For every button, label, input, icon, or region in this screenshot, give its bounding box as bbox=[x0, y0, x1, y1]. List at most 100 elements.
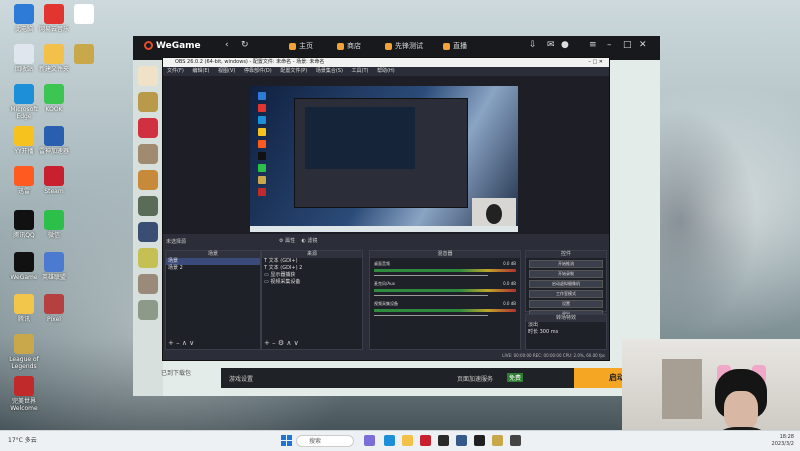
lol-icon[interactable] bbox=[492, 435, 503, 446]
maximize-icon[interactable]: □ bbox=[623, 40, 632, 50]
nav-live[interactable]: 直播 bbox=[443, 41, 467, 51]
steam-icon[interactable] bbox=[420, 435, 431, 446]
menu-tools[interactable]: 工具(T) bbox=[352, 68, 369, 74]
explorer-icon[interactable] bbox=[402, 435, 413, 446]
transitions-header: 转场特效 bbox=[526, 315, 606, 322]
game-icon[interactable] bbox=[138, 196, 158, 216]
scene-item[interactable]: 场景 bbox=[166, 258, 260, 265]
game-icon[interactable] bbox=[138, 274, 158, 294]
menu-scenecollection[interactable]: 场景集合(S) bbox=[316, 68, 343, 74]
wegame-sidebar bbox=[133, 60, 163, 396]
system-clock[interactable]: 18:28 2023/3/2 bbox=[772, 434, 794, 448]
menu-help[interactable]: 帮助(H) bbox=[377, 68, 395, 74]
filters-button[interactable]: ◐ 滤镜 bbox=[301, 238, 317, 244]
download-icon[interactable]: ⇩ bbox=[529, 40, 537, 50]
obs-icon[interactable] bbox=[474, 435, 485, 446]
controls-panel: 控件 开始推流 开始录制 启动虚拟摄像机 工作室模式 设置 退出 bbox=[525, 250, 607, 318]
desktop-icon[interactable]: KOOK bbox=[34, 84, 74, 113]
close-icon[interactable]: – □ ✕ bbox=[588, 58, 603, 67]
desktop-icon[interactable]: League of Legends bbox=[4, 334, 44, 370]
transition-select[interactable]: 淡出 bbox=[526, 322, 606, 329]
free-badge: 免费 bbox=[507, 373, 524, 382]
desktop-icon-label: League of Legends bbox=[9, 356, 39, 370]
desktop-icon-label: 新建文件夹 bbox=[38, 66, 69, 73]
valorant-icon[interactable] bbox=[138, 118, 158, 138]
mixer-track[interactable]: 桌面音频 0.0 dB bbox=[374, 261, 516, 278]
taskbar-search[interactable]: 搜索 bbox=[296, 435, 354, 447]
scene-item[interactable]: 场景 2 bbox=[166, 265, 260, 272]
app-icon[interactable] bbox=[510, 435, 521, 446]
scenes-panel: 场景 场景 场景 2 + – ∧ ∨ bbox=[165, 250, 261, 350]
desktop-icon[interactable]: 雷神加速器 bbox=[34, 126, 74, 155]
game-icon[interactable] bbox=[138, 66, 158, 86]
wegame-logo[interactable]: WeGame bbox=[144, 41, 201, 51]
settings-button[interactable]: 设置 bbox=[529, 300, 603, 308]
game-icon[interactable] bbox=[138, 222, 158, 242]
source-toolbar: ⚙ 属性 ◐ 滤镜 bbox=[279, 237, 317, 244]
menu-edit[interactable]: 编辑(E) bbox=[192, 68, 209, 74]
source-item[interactable]: T 文本 (GDI+) bbox=[262, 258, 362, 265]
menu-file[interactable]: 文件(F) bbox=[167, 68, 184, 74]
desktop-icon[interactable]: Steam bbox=[34, 166, 74, 195]
app-icon bbox=[44, 166, 64, 186]
game-icon[interactable] bbox=[138, 248, 158, 268]
desktop-icon-label: 完美世界 Welcome bbox=[10, 398, 38, 412]
source-item[interactable]: ▭ 显示器捕获 bbox=[262, 272, 362, 279]
virtual-camera-button[interactable]: 启动虚拟摄像机 bbox=[529, 280, 603, 288]
weather-widget[interactable]: 17°C 多云 bbox=[8, 435, 37, 444]
lol-icon[interactable] bbox=[138, 92, 158, 112]
settings-link[interactable]: 游戏设置 bbox=[229, 374, 253, 383]
wegame-icon[interactable] bbox=[438, 435, 449, 446]
app-icon bbox=[44, 252, 64, 272]
properties-button[interactable]: ⚙ 属性 bbox=[279, 238, 295, 244]
source-item[interactable]: T 文本 (GDI+) 2 bbox=[262, 265, 362, 272]
app-icon[interactable] bbox=[456, 435, 467, 446]
taskview-icon[interactable] bbox=[364, 435, 375, 446]
message-icon[interactable]: ✉ bbox=[547, 40, 555, 50]
download-status: 已到下载包 bbox=[161, 370, 192, 377]
game-icon[interactable] bbox=[138, 170, 158, 190]
avatar[interactable]: ● bbox=[561, 40, 569, 50]
nav-beta[interactable]: 先锋测试 bbox=[385, 41, 423, 51]
nav-home[interactable]: 主页 bbox=[289, 41, 313, 51]
start-recording-button[interactable]: 开始录制 bbox=[529, 270, 603, 278]
menu-docks[interactable]: 停靠部件(D) bbox=[244, 68, 272, 74]
desktop-icon[interactable]: 完美世界 Welcome bbox=[4, 376, 44, 412]
mixer-track[interactable]: 麦克风/Aux 0.0 dB bbox=[374, 281, 516, 298]
desktop-icon-label: 微信 bbox=[47, 232, 60, 239]
back-icon[interactable]: ‹ bbox=[225, 40, 229, 50]
transition-duration[interactable]: 时长 300 ms bbox=[526, 329, 606, 336]
desktop-icon[interactable] bbox=[64, 44, 104, 66]
desktop-icon[interactable]: Pixel bbox=[34, 294, 74, 323]
game-icon[interactable] bbox=[138, 300, 158, 320]
source-add-remove[interactable]: + – ⚙ ∧ ∨ bbox=[264, 339, 299, 347]
start-streaming-button[interactable]: 开始推流 bbox=[529, 260, 603, 268]
desktop-icon[interactable] bbox=[64, 4, 104, 26]
preview-canvas[interactable] bbox=[250, 86, 518, 232]
accelerate-link[interactable]: 页面加速服务 bbox=[457, 374, 493, 383]
app-icon bbox=[14, 334, 34, 354]
app-icon bbox=[74, 4, 94, 24]
minimize-icon[interactable]: – bbox=[607, 40, 612, 50]
app-icon bbox=[74, 44, 94, 64]
scene-add-remove[interactable]: + – ∧ ∨ bbox=[168, 339, 194, 347]
mixer-header: 混音器 bbox=[370, 251, 520, 258]
menu-icon[interactable]: ≡ bbox=[589, 40, 597, 50]
app-icon bbox=[44, 126, 64, 146]
start-icon[interactable] bbox=[281, 435, 292, 446]
menu-view[interactable]: 视图(V) bbox=[218, 68, 235, 74]
desktop-icon[interactable]: 英雄联盟 bbox=[34, 252, 74, 281]
edge-icon[interactable] bbox=[384, 435, 395, 446]
refresh-icon[interactable]: ↻ bbox=[241, 40, 249, 50]
mixer-track[interactable]: 视频采集设备 0.0 dB bbox=[374, 301, 516, 318]
desktop-icon-label: KOOK bbox=[45, 106, 63, 113]
obs-menubar: 文件(F) 编辑(E) 视图(V) 停靠部件(D) 配置文件(P) 场景集合(S… bbox=[163, 67, 609, 75]
close-icon[interactable]: ✕ bbox=[639, 40, 647, 50]
menu-profile[interactable]: 配置文件(P) bbox=[280, 68, 307, 74]
game-icon[interactable] bbox=[138, 144, 158, 164]
nav-store[interactable]: 商店 bbox=[337, 41, 361, 51]
audio-mixer-panel: 混音器 桌面音频 0.0 dB 麦克风/Aux 0.0 dB 视频采集设备 0.0 d… bbox=[369, 250, 521, 350]
source-item[interactable]: ▭ 视频采集设备 bbox=[262, 279, 362, 286]
desktop-icon[interactable]: 微信 bbox=[34, 210, 74, 239]
studio-mode-button[interactable]: 工作室模式 bbox=[529, 290, 603, 298]
